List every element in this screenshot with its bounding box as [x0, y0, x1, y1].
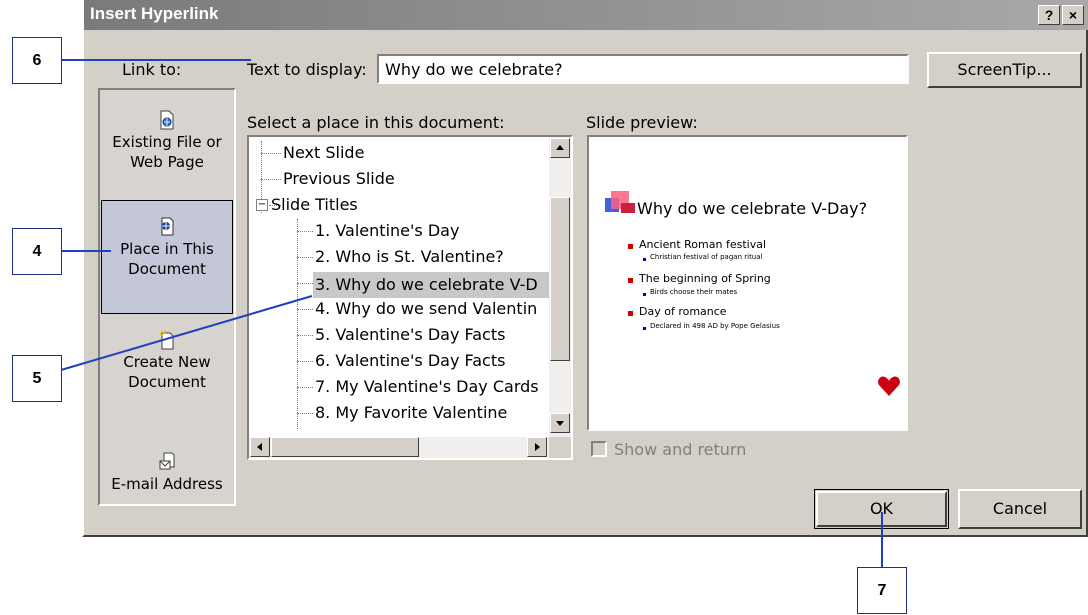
callout-7: 7	[857, 567, 907, 614]
callout-5: 5	[12, 355, 62, 402]
callout-line-5	[60, 295, 883, 568]
